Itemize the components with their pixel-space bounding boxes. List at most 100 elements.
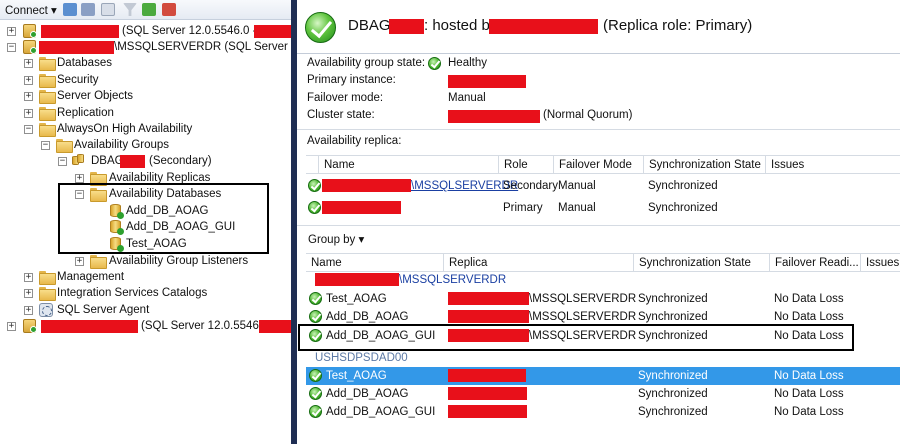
section-divider [297,129,900,130]
expand-icon[interactable]: + [75,257,84,266]
column-header-status[interactable] [306,156,318,174]
db-failover-readiness: No Data Loss [774,293,844,305]
expand-icon[interactable]: + [24,289,33,298]
dashboard-title-role: (Replica role: Primary) [603,17,753,34]
column-header-sync-state[interactable]: Synchronization State [643,156,765,174]
expand-icon[interactable]: + [24,306,33,315]
replica-sync-state: Synchronized [648,180,718,192]
tree-node-server-1[interactable]: + (SQL Server 12.0.5546.0 - [0,23,291,39]
redaction [448,310,529,323]
failover-mode-value: Manual [448,92,486,104]
redaction [120,155,145,168]
expand-icon[interactable]: + [24,59,33,68]
column-header-issues[interactable]: Issues [860,254,900,272]
column-header-role[interactable]: Role [498,156,553,174]
column-header-failover-readiness[interactable]: Failover Readi... [769,254,860,272]
column-header-name[interactable]: Name [306,254,443,272]
tree-node-ag-listeners[interactable]: + Availability Group Listeners [0,253,291,269]
tree-label: Management [57,271,125,283]
availability-group-icon [72,154,86,167]
server-2-label: \MSSQLSERVERDR (SQL Server 12.0 [114,41,291,53]
db-name: Test_AOAG [326,370,387,382]
synchronized-icon [309,387,322,400]
replica-role: Secondary [503,180,558,192]
tree-node-sql-server-agent[interactable]: + SQL Server Agent [0,302,291,318]
highlight-box-availability-databases [58,183,269,254]
table-row-selected[interactable]: Test_AOAG Synchronized No Data Loss [306,367,900,385]
stop-icon[interactable] [101,3,115,16]
collapse-icon[interactable]: − [41,141,50,150]
healthy-icon [428,57,441,70]
server-1-label: (SQL Server 12.0.5546.0 - [122,25,257,37]
refresh-icon[interactable] [142,3,156,16]
column-header-failover-mode[interactable]: Failover Mode [553,156,643,174]
tree-node-alwayson[interactable]: − AlwaysOn High Availability [0,121,291,137]
replica-failover: Manual [558,202,596,214]
folder-icon [56,139,73,153]
column-header-issues[interactable]: Issues [765,156,900,174]
tree-node-management[interactable]: + Management [0,269,291,285]
table-row[interactable]: \MSSQLSERVERDR Secondary Manual Synchron… [306,177,900,195]
tree-node-server-3[interactable]: + (SQL Server 12.0.5546.0 - [0,318,291,334]
tree-node-ag-dbag[interactable]: − DBAG (Secondary) [0,153,291,169]
folder-icon [39,287,56,301]
expand-icon[interactable]: + [24,109,33,118]
group-label: USHSDPSDAD00 [315,352,408,364]
synchronized-icon [309,310,322,323]
object-explorer: Connect ▾ + (SQL Server 12.0.5546.0 - − … [0,0,291,444]
activity-monitor-icon[interactable] [162,3,176,16]
db-failover-readiness: No Data Loss [774,406,844,418]
column-header-replica[interactable]: Replica [443,254,633,272]
connect-button[interactable]: Connect ▾ [5,3,57,17]
highlight-box-add-db-aoag-gui [298,324,854,351]
tree-node-integration-services[interactable]: + Integration Services Catalogs [0,285,291,301]
ag-state-label: Availability group state: [307,57,426,69]
redaction [322,179,411,192]
tree-node-databases[interactable]: + Databases [0,55,291,71]
replica-section-label: Availability replica: [307,135,402,147]
table-row[interactable]: Add_DB_AOAG Synchronized No Data Loss [306,385,900,403]
disconnect-icon[interactable] [81,3,95,16]
expand-icon[interactable]: + [24,92,33,101]
expand-icon[interactable]: + [75,174,84,183]
expand-icon[interactable]: + [24,273,33,282]
tree-label: Availability Groups [74,139,170,151]
tree-label: Databases [57,57,112,69]
tree-node-replication[interactable]: + Replication [0,105,291,121]
collapse-icon[interactable]: − [58,157,67,166]
group-header-replica-dr[interactable]: \MSSQLSERVERDR [306,271,900,289]
ag-state-value: Healthy [448,57,487,69]
expand-icon[interactable]: + [24,76,33,85]
group-header-replica-primary[interactable]: USHSDPSDAD00 [306,349,900,367]
redaction [448,292,529,305]
cluster-state-label: Cluster state: [307,109,375,121]
column-header-name[interactable]: Name [318,156,498,174]
tree-node-server-objects[interactable]: + Server Objects [0,88,291,104]
table-row[interactable]: Add_DB_AOAG_GUI Synchronized No Data Los… [306,403,900,421]
folder-icon [39,107,56,121]
collapse-icon[interactable]: − [7,43,16,52]
redaction [389,19,424,34]
expand-icon[interactable]: + [7,27,16,36]
expand-icon[interactable]: + [7,322,16,331]
db-name: Test_AOAG [326,293,387,305]
table-row[interactable]: Test_AOAG \MSSQLSERVERDR Synchronized No… [306,290,900,308]
connect-object-icon[interactable] [63,3,77,16]
replica-sync-state: Synchronized [648,202,718,214]
folder-icon [39,74,56,88]
table-row[interactable]: Primary Manual Synchronized [306,199,900,217]
filter-icon[interactable] [123,3,137,16]
group-by-dropdown[interactable]: Group by ▾ [308,232,364,246]
column-header-sync-state[interactable]: Synchronization State [633,254,769,272]
dashboard-header: DBAG : hosted by (Replica role: Primary) [297,0,900,54]
tree-node-availability-groups[interactable]: − Availability Groups [0,137,291,153]
tree-node-security[interactable]: + Security [0,72,291,88]
redaction [448,369,526,382]
db-failover-readiness: No Data Loss [774,388,844,400]
tree-node-server-2[interactable]: − \MSSQLSERVERDR (SQL Server 12.0 [0,39,291,55]
collapse-icon[interactable]: − [24,125,33,134]
synchronized-icon [309,369,322,382]
redaction [315,273,399,286]
ag-dashboard: DBAG : hosted by (Replica role: Primary)… [297,0,900,444]
db-sync-state: Synchronized [638,293,708,305]
